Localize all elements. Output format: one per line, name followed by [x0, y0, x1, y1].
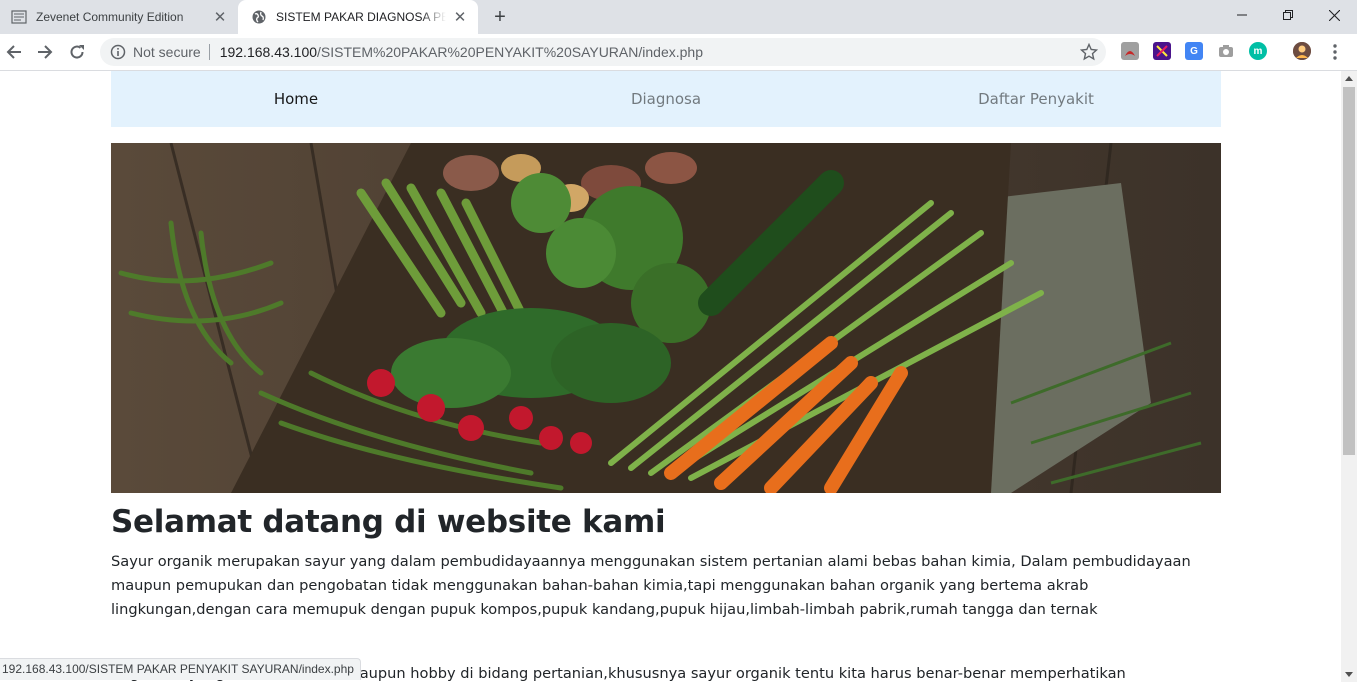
page-container: Home Diagnosa Daftar Penyakit Selamat da… [111, 71, 1221, 682]
scroll-down-icon[interactable] [1345, 672, 1353, 677]
new-tab-button[interactable]: + [488, 5, 512, 29]
intro-paragraph: Sayur organik merupakan sayur yang dalam… [111, 553, 1191, 618]
translate-extension-icon[interactable]: G [1185, 42, 1203, 60]
tab-sistem-pakar[interactable]: SISTEM PAKAR DIAGNOSA PENYAKIT SAYURAN ✕ [238, 0, 478, 34]
window-close-icon[interactable] [1311, 0, 1357, 30]
restore-icon[interactable] [1265, 0, 1311, 30]
page-title: Selamat datang di website kami [111, 504, 666, 540]
info-icon[interactable] [110, 44, 126, 60]
scroll-up-icon[interactable] [1345, 76, 1353, 81]
globe-icon [251, 9, 267, 25]
tab-strip: Zevenet Community Edition ✕ SISTEM PAKAR… [0, 0, 1357, 34]
camera-extension-icon[interactable] [1217, 42, 1235, 60]
m-extension-icon[interactable]: m [1249, 42, 1267, 60]
nav-daftar-penyakit[interactable]: Daftar Penyakit [851, 90, 1221, 108]
nav-diagnosa[interactable]: Diagnosa [481, 90, 851, 108]
address-bar[interactable]: Not secure 192.168.43.100/SISTEM%20PAKAR… [100, 38, 1106, 66]
menu-dots-icon[interactable] [1321, 38, 1349, 66]
minimize-icon[interactable] [1219, 0, 1265, 30]
url-text[interactable]: 192.168.43.100/SISTEM%20PAKAR%20PENYAKIT… [220, 44, 703, 60]
site-navbar: Home Diagnosa Daftar Penyakit [111, 71, 1221, 127]
forward-arrow-icon[interactable] [31, 38, 59, 66]
nav-home[interactable]: Home [111, 90, 481, 108]
tool-extension-icon[interactable] [1153, 42, 1171, 60]
pdf-extension-icon[interactable] [1121, 42, 1139, 60]
scroll-thumb[interactable] [1343, 87, 1355, 455]
page-scrollbar[interactable] [1341, 71, 1357, 682]
bookmark-star-icon[interactable] [1080, 43, 1098, 61]
back-arrow-icon[interactable] [0, 38, 28, 66]
document-list-icon [11, 9, 27, 25]
reload-icon[interactable] [63, 38, 91, 66]
divider [208, 44, 210, 60]
close-icon[interactable]: ✕ [452, 9, 468, 26]
security-label[interactable]: Not secure [133, 44, 201, 60]
link-status-bar: 192.168.43.100/SISTEM PAKAR PENYAKIT SAY… [0, 658, 361, 680]
close-icon[interactable]: ✕ [212, 9, 228, 26]
browser-toolbar: Not secure 192.168.43.100/SISTEM%20PAKAR… [0, 34, 1357, 71]
page-viewport: Home Diagnosa Daftar Penyakit Selamat da… [0, 71, 1341, 682]
tab-title: Zevenet Community Edition [36, 10, 184, 24]
tab-title: SISTEM PAKAR DIAGNOSA PENYAKIT SAYURAN [276, 10, 446, 24]
hero-vegetables-image [111, 143, 1221, 493]
tab-zevenet[interactable]: Zevenet Community Edition ✕ [0, 0, 238, 34]
avatar[interactable] [1293, 42, 1311, 60]
